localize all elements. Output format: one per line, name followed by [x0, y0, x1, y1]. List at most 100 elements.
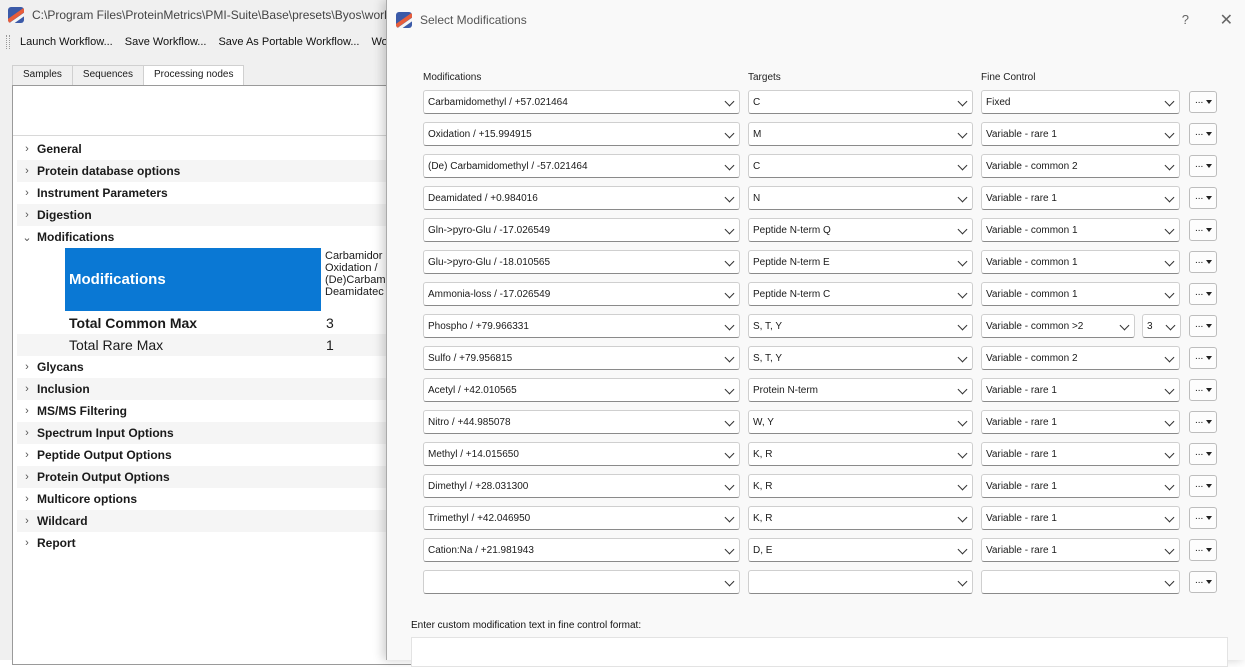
chevron-down-icon[interactable]: [957, 288, 968, 299]
chevron-down-icon[interactable]: [957, 128, 968, 139]
total-rare-max-row[interactable]: Total Rare Max 1: [17, 334, 407, 356]
tab-processing-nodes[interactable]: Processing nodes: [142, 65, 245, 86]
modifications-node-selected[interactable]: Modifications: [65, 248, 321, 311]
chevron-down-icon[interactable]: [1164, 224, 1175, 235]
more-options-button[interactable]: ...: [1189, 507, 1217, 529]
chevron-down-icon[interactable]: [1164, 160, 1175, 171]
modification-select[interactable]: Dimethyl / +28.031300: [423, 474, 740, 498]
chevron-down-icon[interactable]: [724, 96, 735, 107]
modification-select[interactable]: Ammonia-loss / -17.026549: [423, 282, 740, 306]
chevron-right-icon[interactable]: ›: [17, 165, 37, 177]
fine-control-select[interactable]: Variable - common 1: [981, 282, 1180, 306]
tab-samples[interactable]: Samples: [12, 65, 73, 85]
custom-modification-textbox[interactable]: [411, 637, 1228, 667]
total-common-max-row[interactable]: Total Common Max 3: [17, 312, 407, 334]
chevron-down-icon[interactable]: [1164, 256, 1175, 267]
modification-select[interactable]: [423, 570, 740, 594]
more-options-button[interactable]: ...: [1189, 123, 1217, 145]
modification-select[interactable]: Sulfo / +79.956815: [423, 346, 740, 370]
more-options-button[interactable]: ...: [1189, 539, 1217, 561]
target-select[interactable]: M: [748, 122, 973, 146]
tab-sequences[interactable]: Sequences: [71, 65, 144, 85]
toolbar-grip[interactable]: [6, 35, 10, 49]
fine-control-select[interactable]: Variable - rare 1: [981, 410, 1180, 434]
more-options-button[interactable]: ...: [1189, 443, 1217, 465]
chevron-down-icon[interactable]: [1164, 352, 1175, 363]
modification-select[interactable]: Nitro / +44.985078: [423, 410, 740, 434]
chevron-down-icon[interactable]: [724, 576, 735, 587]
chevron-right-icon[interactable]: ›: [17, 427, 37, 439]
chevron-down-icon[interactable]: [724, 352, 735, 363]
chevron-down-icon[interactable]: [957, 352, 968, 363]
tree-item-glycans[interactable]: › Glycans: [17, 356, 407, 378]
chevron-down-icon[interactable]: [957, 480, 968, 491]
modification-select[interactable]: Phospho / +79.966331: [423, 314, 740, 338]
chevron-right-icon[interactable]: ›: [17, 405, 37, 417]
target-select[interactable]: K, R: [748, 474, 973, 498]
chevron-down-icon[interactable]: [1164, 96, 1175, 107]
common-count-select[interactable]: 3: [1142, 314, 1181, 338]
chevron-right-icon[interactable]: ›: [17, 493, 37, 505]
total-rare-max-value[interactable]: 1: [326, 337, 334, 353]
more-options-button[interactable]: ...: [1189, 155, 1217, 177]
more-options-button[interactable]: ...: [1189, 379, 1217, 401]
chevron-down-icon[interactable]: [724, 256, 735, 267]
tree-item-inclusion[interactable]: › Inclusion: [17, 378, 407, 400]
close-icon[interactable]: ✕: [1220, 10, 1233, 30]
target-select[interactable]: Protein N-term: [748, 378, 973, 402]
fine-control-select[interactable]: Variable - rare 1: [981, 186, 1180, 210]
tree-item-spectrum-input[interactable]: › Spectrum Input Options: [17, 422, 407, 444]
chevron-down-icon[interactable]: [1164, 544, 1175, 555]
chevron-right-icon[interactable]: ›: [17, 537, 37, 549]
chevron-down-icon[interactable]: [957, 448, 968, 459]
chevron-down-icon[interactable]: [957, 384, 968, 395]
fine-control-select[interactable]: Variable - common >2: [981, 314, 1135, 338]
chevron-down-icon[interactable]: [1164, 384, 1175, 395]
more-options-button[interactable]: ...: [1189, 411, 1217, 433]
chevron-right-icon[interactable]: ›: [17, 209, 37, 221]
chevron-down-icon[interactable]: [724, 480, 735, 491]
target-select[interactable]: N: [748, 186, 973, 210]
fine-control-select[interactable]: Fixed: [981, 90, 1180, 114]
target-select[interactable]: K, R: [748, 442, 973, 466]
chevron-right-icon[interactable]: ›: [17, 187, 37, 199]
target-select[interactable]: S, T, Y: [748, 314, 973, 338]
chevron-down-icon[interactable]: ⌄: [17, 231, 37, 244]
fine-control-select[interactable]: Variable - rare 1: [981, 442, 1180, 466]
modification-select[interactable]: Carbamidomethyl / +57.021464: [423, 90, 740, 114]
chevron-right-icon[interactable]: ›: [17, 361, 37, 373]
chevron-down-icon[interactable]: [1165, 320, 1176, 331]
chevron-down-icon[interactable]: [957, 224, 968, 235]
fine-control-select[interactable]: Variable - rare 1: [981, 122, 1180, 146]
chevron-down-icon[interactable]: [724, 128, 735, 139]
modification-select[interactable]: Cation:Na / +21.981943: [423, 538, 740, 562]
chevron-down-icon[interactable]: [957, 320, 968, 331]
modification-select[interactable]: Glu->pyro-Glu / -18.010565: [423, 250, 740, 274]
chevron-down-icon[interactable]: [957, 160, 968, 171]
fine-control-select[interactable]: Variable - common 1: [981, 250, 1180, 274]
more-options-button[interactable]: ...: [1189, 219, 1217, 241]
more-options-button[interactable]: ...: [1189, 315, 1217, 337]
chevron-down-icon[interactable]: [957, 256, 968, 267]
fine-control-select[interactable]: Variable - rare 1: [981, 474, 1180, 498]
chevron-down-icon[interactable]: [724, 160, 735, 171]
chevron-down-icon[interactable]: [1164, 128, 1175, 139]
fine-control-select[interactable]: Variable - common 1: [981, 218, 1180, 242]
chevron-right-icon[interactable]: ›: [17, 515, 37, 527]
chevron-down-icon[interactable]: [724, 288, 735, 299]
tree-item-modifications[interactable]: ⌄ Modifications: [17, 226, 407, 248]
more-options-button[interactable]: ...: [1189, 347, 1217, 369]
tree-item-protein-output[interactable]: › Protein Output Options: [17, 466, 407, 488]
chevron-down-icon[interactable]: [957, 192, 968, 203]
more-options-button[interactable]: ...: [1189, 187, 1217, 209]
chevron-down-icon[interactable]: [1164, 416, 1175, 427]
target-select[interactable]: C: [748, 154, 973, 178]
chevron-right-icon[interactable]: ›: [17, 383, 37, 395]
save-portable-workflow-button[interactable]: Save As Portable Workflow...: [212, 34, 365, 50]
target-select[interactable]: Peptide N-term C: [748, 282, 973, 306]
target-select[interactable]: W, Y: [748, 410, 973, 434]
chevron-down-icon[interactable]: [957, 576, 968, 587]
target-select[interactable]: C: [748, 90, 973, 114]
chevron-down-icon[interactable]: [724, 448, 735, 459]
chevron-down-icon[interactable]: [957, 512, 968, 523]
